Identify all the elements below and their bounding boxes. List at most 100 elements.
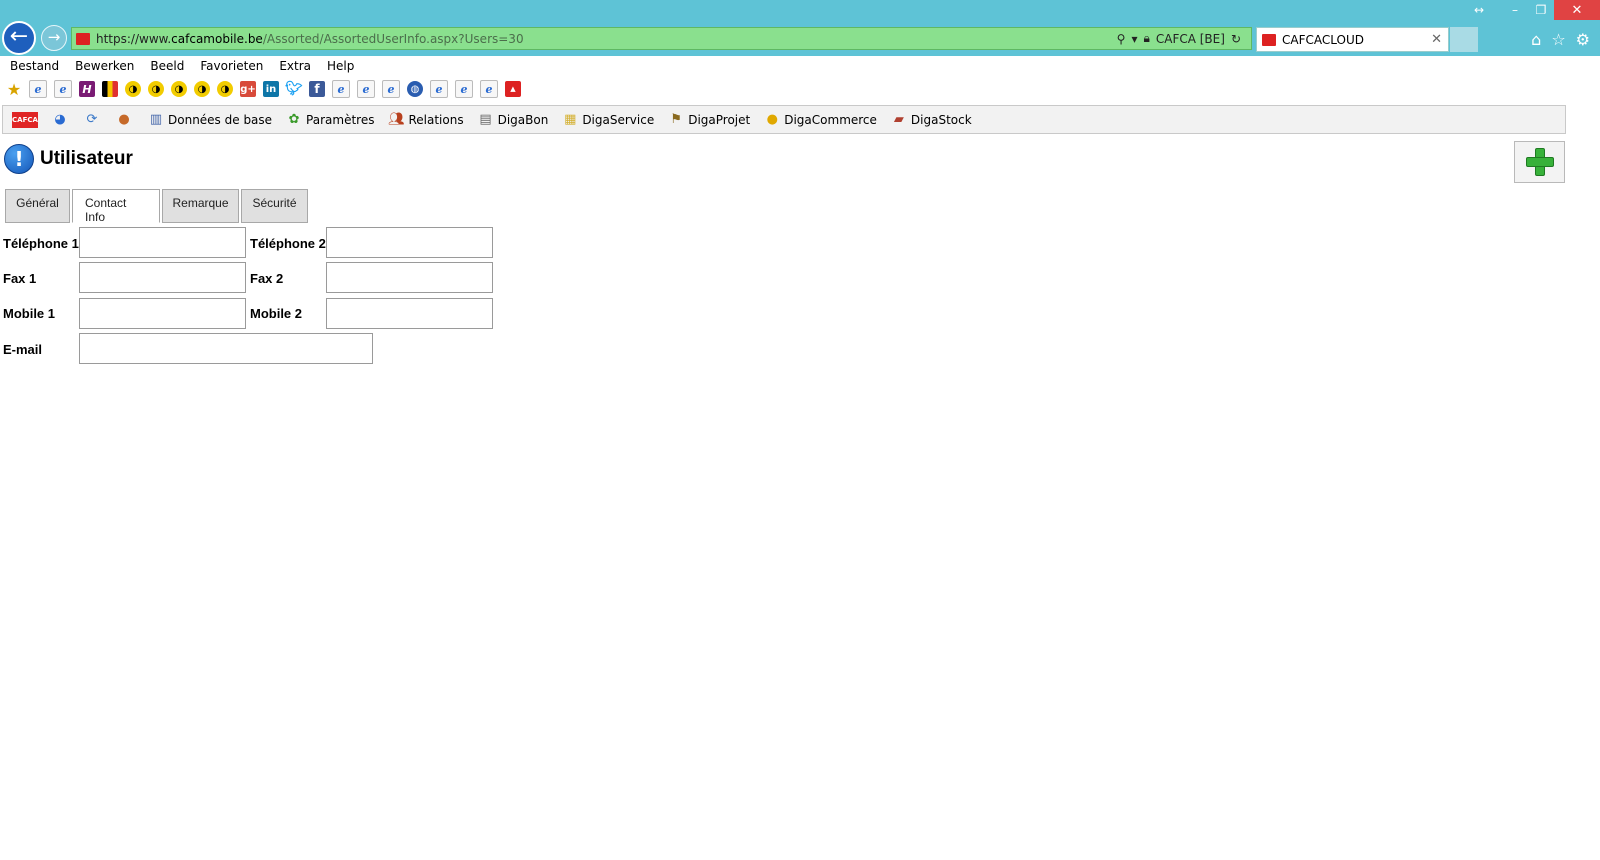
- toolbar-item-digaservice[interactable]: ▦ DigaService: [562, 112, 654, 128]
- ie-page-icon[interactable]: e: [357, 80, 375, 98]
- toolbar-item-digacommerce[interactable]: ● DigaCommerce: [764, 112, 877, 128]
- toolbar-item-label: Paramètres: [306, 112, 375, 127]
- refresh-icon[interactable]: ↻: [1231, 32, 1241, 46]
- yellow-logo-icon[interactable]: ◑: [171, 81, 187, 97]
- chevron-down-icon[interactable]: ▾: [1131, 32, 1137, 46]
- restore-button[interactable]: ❐: [1528, 0, 1554, 20]
- gear-icon[interactable]: ⚙: [1576, 30, 1590, 49]
- globe-icon[interactable]: ◕: [52, 112, 68, 128]
- tab-securite[interactable]: Sécurité: [241, 189, 308, 223]
- toolbar-item-label: DigaBon: [497, 112, 549, 127]
- cafca-logo-icon[interactable]: CAFCA: [12, 111, 38, 128]
- browser-tab[interactable]: CAFCACLOUD ✕: [1256, 27, 1449, 52]
- star-icon[interactable]: ☆: [1551, 30, 1565, 49]
- tab-title: CAFCACLOUD: [1282, 32, 1364, 47]
- folder-icon: ▦: [564, 112, 577, 127]
- ie-page-icon[interactable]: e: [54, 80, 72, 98]
- menu-item-beeld[interactable]: Beeld: [150, 59, 184, 73]
- url-path: /Assorted/AssortedUserInfo.aspx?Users=30: [262, 31, 524, 46]
- ie-page-icon[interactable]: e: [430, 80, 448, 98]
- address-bar[interactable]: https://www. cafcamobile.be/Assorted/Asso…: [71, 27, 1252, 50]
- fax1-field[interactable]: [79, 262, 246, 293]
- tab-contact-info[interactable]: Contact Info: [72, 189, 160, 224]
- facebook-icon[interactable]: f: [309, 81, 325, 97]
- search-icon[interactable]: ⚲: [1117, 32, 1126, 46]
- yellow-logo-icon[interactable]: ◑: [148, 81, 164, 97]
- address-bar-actions: ⚲ ▾ 🔒︎ CAFCA [BE] ↻: [1117, 28, 1241, 49]
- belgian-flag-icon[interactable]: [102, 81, 118, 97]
- toolbar-item-label: DigaStock: [910, 112, 972, 127]
- yellow-logo-icon[interactable]: ◑: [217, 81, 233, 97]
- fax1-label: Fax 1: [3, 271, 37, 286]
- ie-page-icon[interactable]: e: [382, 80, 400, 98]
- forward-arrow-icon[interactable]: →: [41, 25, 67, 51]
- twitter-icon[interactable]: 🐦︎: [285, 81, 303, 97]
- certificate-label[interactable]: CAFCA [BE]: [1156, 32, 1225, 46]
- document-icon: ▤: [479, 112, 492, 127]
- window-controls: ↔ – ❐ ✕: [1464, 0, 1600, 20]
- close-button[interactable]: ✕: [1554, 0, 1600, 20]
- phone2-field[interactable]: [326, 227, 493, 258]
- fax2-label: Fax 2: [250, 271, 284, 286]
- resize-icon[interactable]: ↔: [1464, 0, 1494, 20]
- toolbar-item-digastock[interactable]: ▰ DigaStock: [891, 112, 972, 128]
- close-icon[interactable]: ✕: [1431, 32, 1442, 47]
- h-logo-icon[interactable]: H: [79, 81, 95, 97]
- ie-page-icon[interactable]: e: [480, 80, 498, 98]
- email-field[interactable]: [79, 333, 373, 364]
- toolbar-item-label: Relations: [408, 112, 464, 127]
- tab-general[interactable]: Général: [5, 189, 70, 223]
- mobile2-field[interactable]: [326, 298, 493, 329]
- google-plus-icon[interactable]: g+: [240, 81, 256, 97]
- menu-item-extra[interactable]: Extra: [279, 59, 311, 73]
- phone1-field[interactable]: [79, 227, 246, 258]
- new-tab-button[interactable]: [1450, 27, 1478, 52]
- menu-item-help[interactable]: Help: [327, 59, 354, 73]
- project-icon: ⚑: [670, 112, 683, 127]
- menu-item-favorieten[interactable]: Favorieten: [200, 59, 263, 73]
- ie-page-icon[interactable]: e: [29, 80, 47, 98]
- menu-item-bewerken[interactable]: Bewerken: [75, 59, 134, 73]
- tab-favicon-icon: [1262, 33, 1276, 46]
- add-favorite-icon[interactable]: ★: [6, 80, 22, 99]
- mobile1-field[interactable]: [79, 298, 246, 329]
- menu-item-bestand[interactable]: Bestand: [10, 59, 59, 73]
- globe-icon[interactable]: ◍: [407, 81, 423, 97]
- toolbar-item-label: DigaCommerce: [784, 112, 877, 127]
- app-toolbar: CAFCA ◕ ⟳ ● ▥ Données de base ✿ Paramètr…: [2, 105, 1566, 134]
- yellow-logo-icon[interactable]: ◑: [194, 81, 210, 97]
- favorites-bar: ★ e e H ◑ ◑ ◑ ◑ ◑ g+ in 🐦︎ f e e e ◍ e e…: [0, 76, 1600, 102]
- linkedin-icon[interactable]: in: [263, 81, 279, 97]
- ie-page-icon[interactable]: e: [332, 80, 350, 98]
- home-icon[interactable]: ⌂: [1531, 30, 1541, 49]
- page-header: ! Utilisateur: [4, 144, 133, 174]
- menu-bar: Bestand Bewerken Beeld Favorieten Extra …: [0, 56, 1600, 76]
- lock-icon[interactable]: 🔒︎: [1143, 31, 1149, 46]
- minimize-button[interactable]: –: [1502, 0, 1528, 20]
- mobile1-label: Mobile 1: [3, 306, 56, 321]
- tab-remarque[interactable]: Remarque: [162, 189, 239, 223]
- page-title: Utilisateur: [40, 148, 133, 169]
- fax2-field[interactable]: [326, 262, 493, 293]
- phone1-label: Téléphone 1: [3, 236, 79, 251]
- stock-icon: ▰: [893, 112, 904, 127]
- toolbar-item-parametres[interactable]: ✿ Paramètres: [286, 112, 375, 128]
- toolbar-item-donnees-de-base[interactable]: ▥ Données de base: [148, 112, 272, 128]
- toolbar-item-digabon[interactable]: ▤ DigaBon: [478, 112, 549, 128]
- yellow-logo-icon[interactable]: ◑: [125, 81, 141, 97]
- toolbar-item-relations[interactable]: 👥︎ Relations: [388, 112, 463, 128]
- user-icon[interactable]: ●: [116, 112, 132, 128]
- add-button[interactable]: [1514, 141, 1565, 183]
- back-arrow-icon[interactable]: ←: [2, 21, 36, 55]
- toolbar-item-label: DigaProjet: [688, 112, 751, 127]
- sync-icon[interactable]: ⟳: [84, 112, 100, 128]
- browser-titlebar: ↔ – ❐ ✕ ← → https://www. cafcamobile.be/A…: [0, 0, 1600, 56]
- plus-icon: [1525, 148, 1554, 176]
- url-domain: cafcamobile.be: [171, 31, 263, 46]
- phone2-label: Téléphone 2: [250, 236, 326, 251]
- url-scheme: https://www.: [96, 31, 172, 46]
- toolbar-item-digaprojet[interactable]: ⚑ DigaProjet: [668, 112, 750, 128]
- cafca-logo-icon[interactable]: ▲: [505, 81, 521, 97]
- people-icon: 👥︎: [388, 112, 405, 127]
- ie-page-icon[interactable]: e: [455, 80, 473, 98]
